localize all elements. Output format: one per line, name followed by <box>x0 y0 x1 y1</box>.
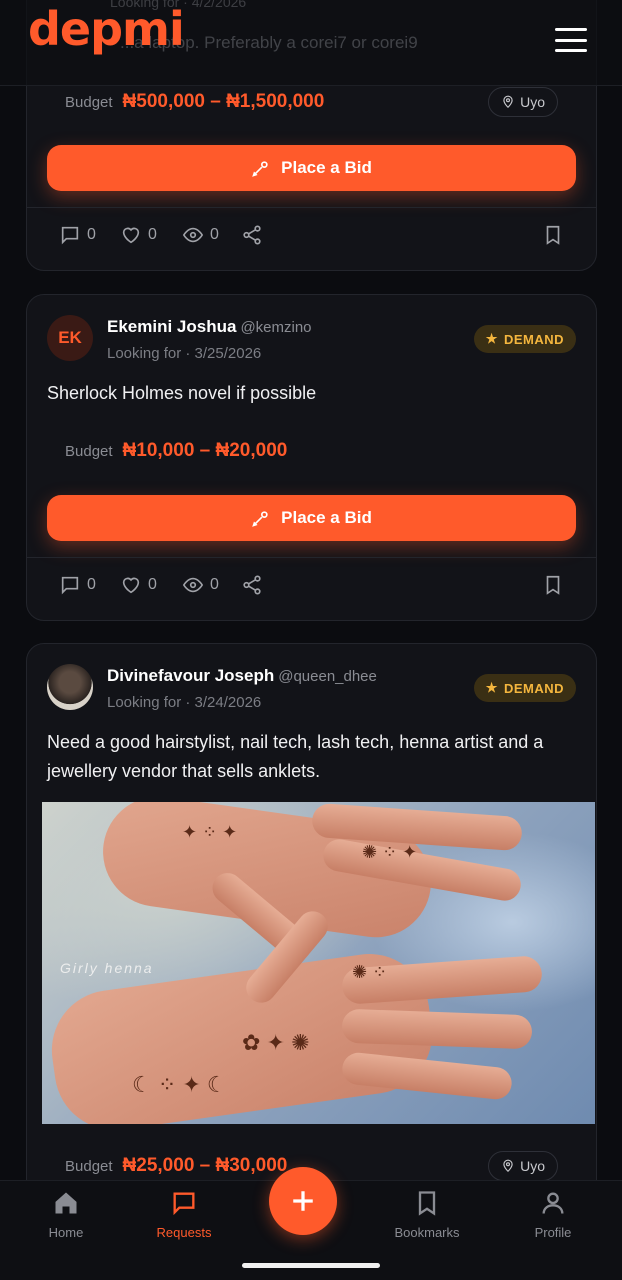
bookmark-icon <box>546 575 560 595</box>
comment-action[interactable]: 0 <box>59 224 96 246</box>
profile-icon <box>542 1192 564 1214</box>
nav-profile-label: Profile <box>534 1225 572 1240</box>
budget-row: Budget ₦10,000 – ₦20,000 <box>65 436 558 466</box>
budget-value: ₦10,000 – ₦20,000 <box>122 440 288 461</box>
henna-pattern: ✿ ✦ ✺ <box>242 1030 310 1055</box>
share-action[interactable] <box>241 574 263 596</box>
comment-icon <box>61 576 79 595</box>
request-card: Divinefavour Joseph @queen_dhee Looking f… <box>26 643 597 1243</box>
avatar[interactable]: EK <box>47 315 93 361</box>
share-action[interactable] <box>241 224 263 246</box>
henna-pattern: ☾ ⁘ ✦ ☾ <box>132 1072 227 1097</box>
home-icon <box>55 1192 77 1214</box>
star-icon: ★ <box>485 680 498 695</box>
nav-home[interactable]: Home <box>21 1189 111 1240</box>
views-count: 0 <box>210 576 219 593</box>
place-bid-label: Place a Bid <box>281 508 372 527</box>
nav-requests-label: Requests <box>156 1225 212 1240</box>
image-watermark: Girly henna <box>60 960 154 976</box>
share-icon <box>243 225 261 245</box>
requests-icon <box>173 1192 195 1216</box>
eye-icon <box>182 577 204 593</box>
post-description: Need a good hairstylist, nail tech, lash… <box>47 732 544 781</box>
budget-value: ₦500,000 – ₦1,500,000 <box>122 91 325 112</box>
henna-pattern: ✦ ⁘ ✦ <box>182 822 238 842</box>
bookmark-icon <box>546 225 560 245</box>
display-name: Ekemini Joshua <box>107 317 237 336</box>
location-tag[interactable]: Uyo <box>488 87 558 117</box>
views-stat: 0 <box>182 224 219 246</box>
user-name[interactable]: Ekemini Joshua @kemzino <box>107 317 312 337</box>
heart-icon <box>122 227 140 244</box>
card-header: Divinefavour Joseph @queen_dhee Looking f… <box>47 664 576 720</box>
user-handle: @kemzino <box>240 319 312 336</box>
comment-count: 0 <box>87 226 96 243</box>
nav-bookmarks-label: Bookmarks <box>394 1225 460 1240</box>
brush-icon <box>252 511 268 527</box>
comment-action[interactable]: 0 <box>59 574 96 596</box>
bottom-navigation: Home Requests Bookmarks Profile <box>0 1167 622 1280</box>
like-count: 0 <box>148 226 157 243</box>
bookmark-action[interactable] <box>542 224 564 246</box>
badge-label: DEMAND <box>503 680 564 696</box>
share-icon <box>243 575 261 595</box>
place-bid-button[interactable]: Place a Bid <box>47 145 576 191</box>
location-pin-icon <box>503 1159 513 1173</box>
finger-shape <box>341 1008 533 1050</box>
budget-row: Budget ₦500,000 – ₦1,500,000 <box>65 87 558 117</box>
like-action[interactable]: 0 <box>120 574 157 596</box>
comment-count: 0 <box>87 576 96 593</box>
like-action[interactable]: 0 <box>120 224 157 246</box>
views-count: 0 <box>210 226 219 243</box>
user-name[interactable]: Divinefavour Joseph @queen_dhee <box>107 666 377 686</box>
location-tag[interactable]: Uyo <box>488 1151 558 1181</box>
brush-icon <box>252 161 268 177</box>
badge-label: DEMAND <box>503 331 564 347</box>
budget-label: Budget <box>65 442 113 460</box>
app-logo[interactable]: depmi <box>28 2 185 56</box>
demand-badge: ★ DEMAND <box>473 325 576 353</box>
app-header: Looking for · 4/2/2026 ...a laptop. Pref… <box>0 0 622 86</box>
location-pin-icon <box>503 95 513 109</box>
request-card: EK Ekemini Joshua @kemzino Looking for · … <box>26 294 597 621</box>
post-description: Sherlock Holmes novel if possible <box>47 383 317 403</box>
home-indicator <box>242 1263 380 1268</box>
location-label: Uyo <box>520 94 545 110</box>
budget-value: ₦25,000 – ₦30,000 <box>122 1155 288 1176</box>
nav-bookmarks[interactable]: Bookmarks <box>382 1189 472 1240</box>
bookmark-icon <box>418 1191 436 1216</box>
post-meta: Looking for · 3/24/2026 <box>107 694 262 711</box>
comment-icon <box>61 226 79 245</box>
plus-icon <box>293 1191 313 1211</box>
card-header: EK Ekemini Joshua @kemzino Looking for · … <box>47 315 576 371</box>
create-request-button[interactable] <box>269 1167 337 1235</box>
heart-icon <box>122 577 140 594</box>
budget-label: Budget <box>65 1157 113 1175</box>
display-name: Divinefavour Joseph <box>107 666 275 685</box>
demand-badge: ★ DEMAND <box>473 674 576 702</box>
views-stat: 0 <box>182 574 219 596</box>
nav-home-label: Home <box>48 1225 84 1240</box>
like-count: 0 <box>148 576 157 593</box>
star-icon: ★ <box>485 331 498 346</box>
nav-profile[interactable]: Profile <box>508 1189 598 1240</box>
place-bid-button[interactable]: Place a Bid <box>47 495 576 541</box>
card-actions: 0 0 0 <box>27 557 596 620</box>
avatar[interactable] <box>47 664 93 710</box>
location-label: Uyo <box>520 1158 545 1174</box>
henna-pattern: ✺ ⁘ ✦ <box>362 842 418 862</box>
bookmark-action[interactable] <box>542 574 564 596</box>
post-meta: Looking for · 3/25/2026 <box>107 345 262 362</box>
nav-requests[interactable]: Requests <box>139 1189 229 1240</box>
budget-label: Budget <box>65 93 113 111</box>
eye-icon <box>182 227 204 243</box>
post-image[interactable]: ✦ ⁘ ✦ ✺ ⁘ ✦ ✿ ✦ ✺ ☾ ⁘ ✦ ☾ ✺ ⁘ Girly henn… <box>42 802 595 1124</box>
henna-pattern: ✺ ⁘ <box>352 962 388 982</box>
place-bid-label: Place a Bid <box>281 158 372 177</box>
menu-icon[interactable] <box>555 28 587 52</box>
user-handle: @queen_dhee <box>278 668 377 685</box>
card-actions: 0 0 0 <box>27 207 596 270</box>
